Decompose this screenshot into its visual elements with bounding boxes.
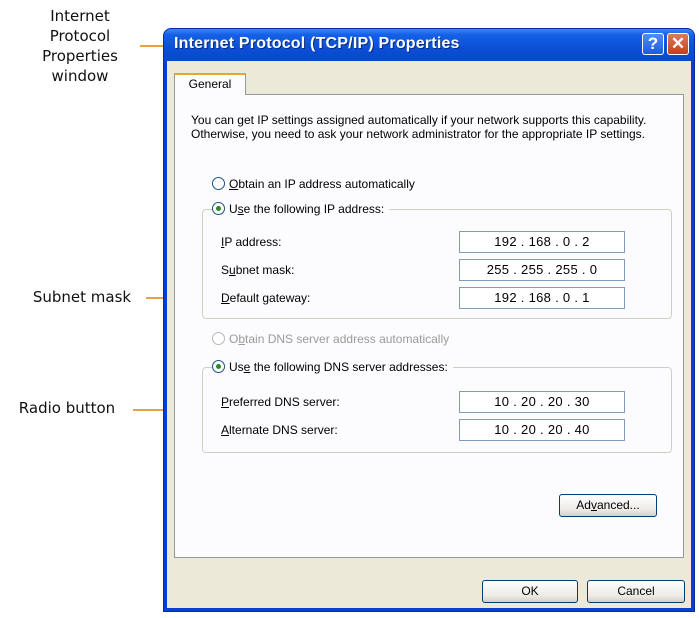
use-following-dns-option[interactable]: Use the following DNS server addresses: (212, 360, 453, 374)
radio-use-following-ip[interactable] (212, 202, 225, 215)
tcpip-properties-window: Internet Protocol (TCP/IP) Properties ? … (163, 28, 695, 612)
default-gateway-label: Default gateway: (221, 291, 311, 305)
radio-obtain-dns-auto[interactable] (212, 332, 225, 345)
dialog-client-area: General You can get IP settings assigned… (167, 61, 691, 608)
radio-obtain-ip-auto[interactable] (212, 177, 225, 190)
advanced-button[interactable]: Advanced... (559, 494, 657, 517)
obtain-ip-automatically-option[interactable]: Obtain an IP address automatically (212, 177, 415, 191)
window-title: Internet Protocol (TCP/IP) Properties (174, 35, 460, 52)
callout-radio-label: Radio button (18, 399, 116, 417)
subnet-mask-input[interactable]: 255 . 255 . 255 . 0 (459, 259, 625, 281)
subnet-mask-row: Subnet mask: 255 . 255 . 255 . 0 (203, 259, 671, 283)
preferred-dns-input[interactable]: 10 . 20 . 20 . 30 (459, 391, 625, 413)
alternate-dns-label: Alternate DNS server: (221, 423, 338, 437)
option-label: the following DNS server addresses: (250, 360, 448, 374)
option-label: tain DNS server address automatically (245, 332, 450, 346)
title-bar[interactable]: Internet Protocol (TCP/IP) Properties ? … (164, 29, 694, 61)
option-label: e the following IP address: (243, 202, 385, 216)
obtain-dns-automatically-option[interactable]: Obtain DNS server address automatically (212, 332, 449, 346)
ip-address-row: IP address: 192 . 168 . 0 . 2 (203, 231, 671, 255)
tab-general[interactable]: General (174, 73, 246, 95)
default-gateway-row: Default gateway: 192 . 168 . 0 . 1 (203, 287, 671, 311)
ip-address-input[interactable]: 192 . 168 . 0 . 2 (459, 231, 625, 253)
alternate-dns-row: Alternate DNS server: 10 . 20 . 20 . 40 (203, 419, 671, 443)
cancel-button[interactable]: Cancel (587, 580, 685, 603)
general-tab-panel: You can get IP settings assigned automat… (174, 94, 684, 558)
preferred-dns-row: Preferred DNS server: 10 . 20 . 20 . 30 (203, 391, 671, 415)
preferred-dns-label: Preferred DNS server: (221, 395, 340, 409)
ip-address-label: IP address: (221, 235, 282, 249)
callout-window-label: Internet Protocol Properties window (42, 7, 118, 85)
alternate-dns-input[interactable]: 10 . 20 . 20 . 40 (459, 419, 625, 441)
ok-button[interactable]: OK (482, 580, 578, 603)
accel-key: O (229, 177, 239, 191)
radio-use-following-dns[interactable] (212, 360, 225, 373)
dns-server-group: Preferred DNS server: 10 . 20 . 20 . 30 … (202, 367, 672, 453)
subnet-mask-label: Subnet mask: (221, 263, 295, 277)
use-following-ip-option[interactable]: Use the following IP address: (212, 202, 390, 216)
help-icon[interactable]: ? (642, 33, 664, 55)
intro-text: You can get IP settings assigned automat… (191, 113, 647, 141)
close-icon[interactable]: ✕ (667, 33, 689, 55)
callout-subnet-label: Subnet mask (32, 288, 132, 306)
ip-address-group: IP address: 192 . 168 . 0 . 2 Subnet mas… (202, 209, 672, 319)
option-label: btain an IP address automatically (238, 177, 415, 191)
default-gateway-input[interactable]: 192 . 168 . 0 . 1 (459, 287, 625, 309)
